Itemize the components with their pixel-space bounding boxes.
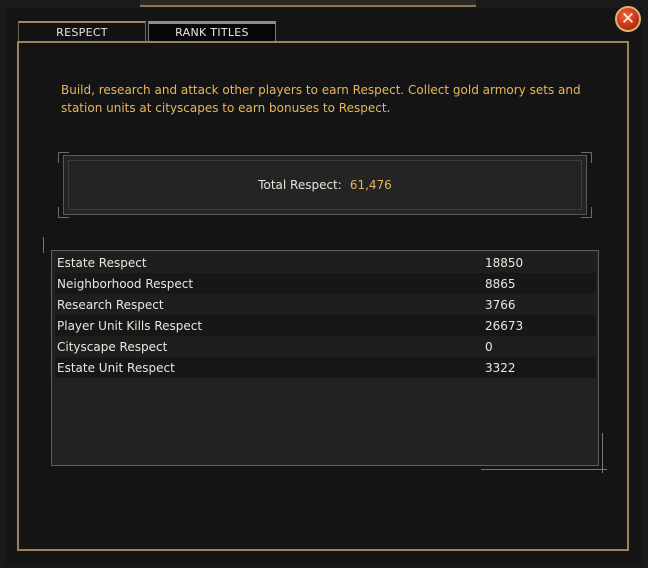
- row-name: Estate Unit Respect: [57, 360, 175, 375]
- row-value: 18850: [485, 255, 524, 270]
- row-value: 8865: [485, 276, 516, 291]
- table-row: Research Respect 3766: [55, 294, 596, 315]
- table-deco-line: [602, 433, 603, 473]
- table-row: Estate Respect 18850: [55, 252, 596, 273]
- table-deco-line: [481, 469, 607, 470]
- row-value: 3322: [485, 360, 516, 375]
- tab-rank-titles-label: RANK TITLES: [175, 26, 249, 39]
- table-row: Player Unit Kills Respect 26673: [55, 315, 596, 336]
- table-row: Neighborhood Respect 8865: [55, 273, 596, 294]
- row-name: Cityscape Respect: [57, 339, 168, 354]
- corner-ornament: [58, 207, 69, 218]
- intro-text: Build, research and attack other players…: [61, 83, 581, 115]
- tab-respect[interactable]: RESPECT: [18, 21, 146, 41]
- corner-ornament: [581, 152, 592, 163]
- table-row: Estate Unit Respect 3322: [55, 357, 596, 378]
- tab-respect-label: RESPECT: [56, 25, 108, 39]
- close-icon: ✕: [620, 8, 636, 29]
- close-button[interactable]: ✕: [615, 6, 641, 32]
- table-row: Cityscape Respect 0: [55, 336, 596, 357]
- row-name: Estate Respect: [57, 255, 147, 270]
- tab-rank-titles[interactable]: RANK TITLES: [148, 21, 276, 41]
- corner-ornament: [581, 207, 592, 218]
- row-value: 0: [485, 339, 493, 354]
- row-value: 3766: [485, 297, 516, 312]
- respect-breakdown-table: Estate Respect 18850 Neighborhood Respec…: [51, 250, 599, 466]
- corner-ornament: [58, 152, 69, 163]
- window-top-strip: [140, 0, 476, 7]
- row-value: 26673: [485, 318, 524, 333]
- respect-panel: Build, research and attack other players…: [17, 41, 629, 551]
- row-name: Research Respect: [57, 297, 164, 312]
- table-deco-line: [43, 237, 44, 253]
- row-name: Player Unit Kills Respect: [57, 318, 203, 333]
- total-box-inner-border: [68, 160, 582, 210]
- row-name: Neighborhood Respect: [57, 276, 194, 291]
- total-respect-box: Total Respect: 61,476: [58, 152, 592, 218]
